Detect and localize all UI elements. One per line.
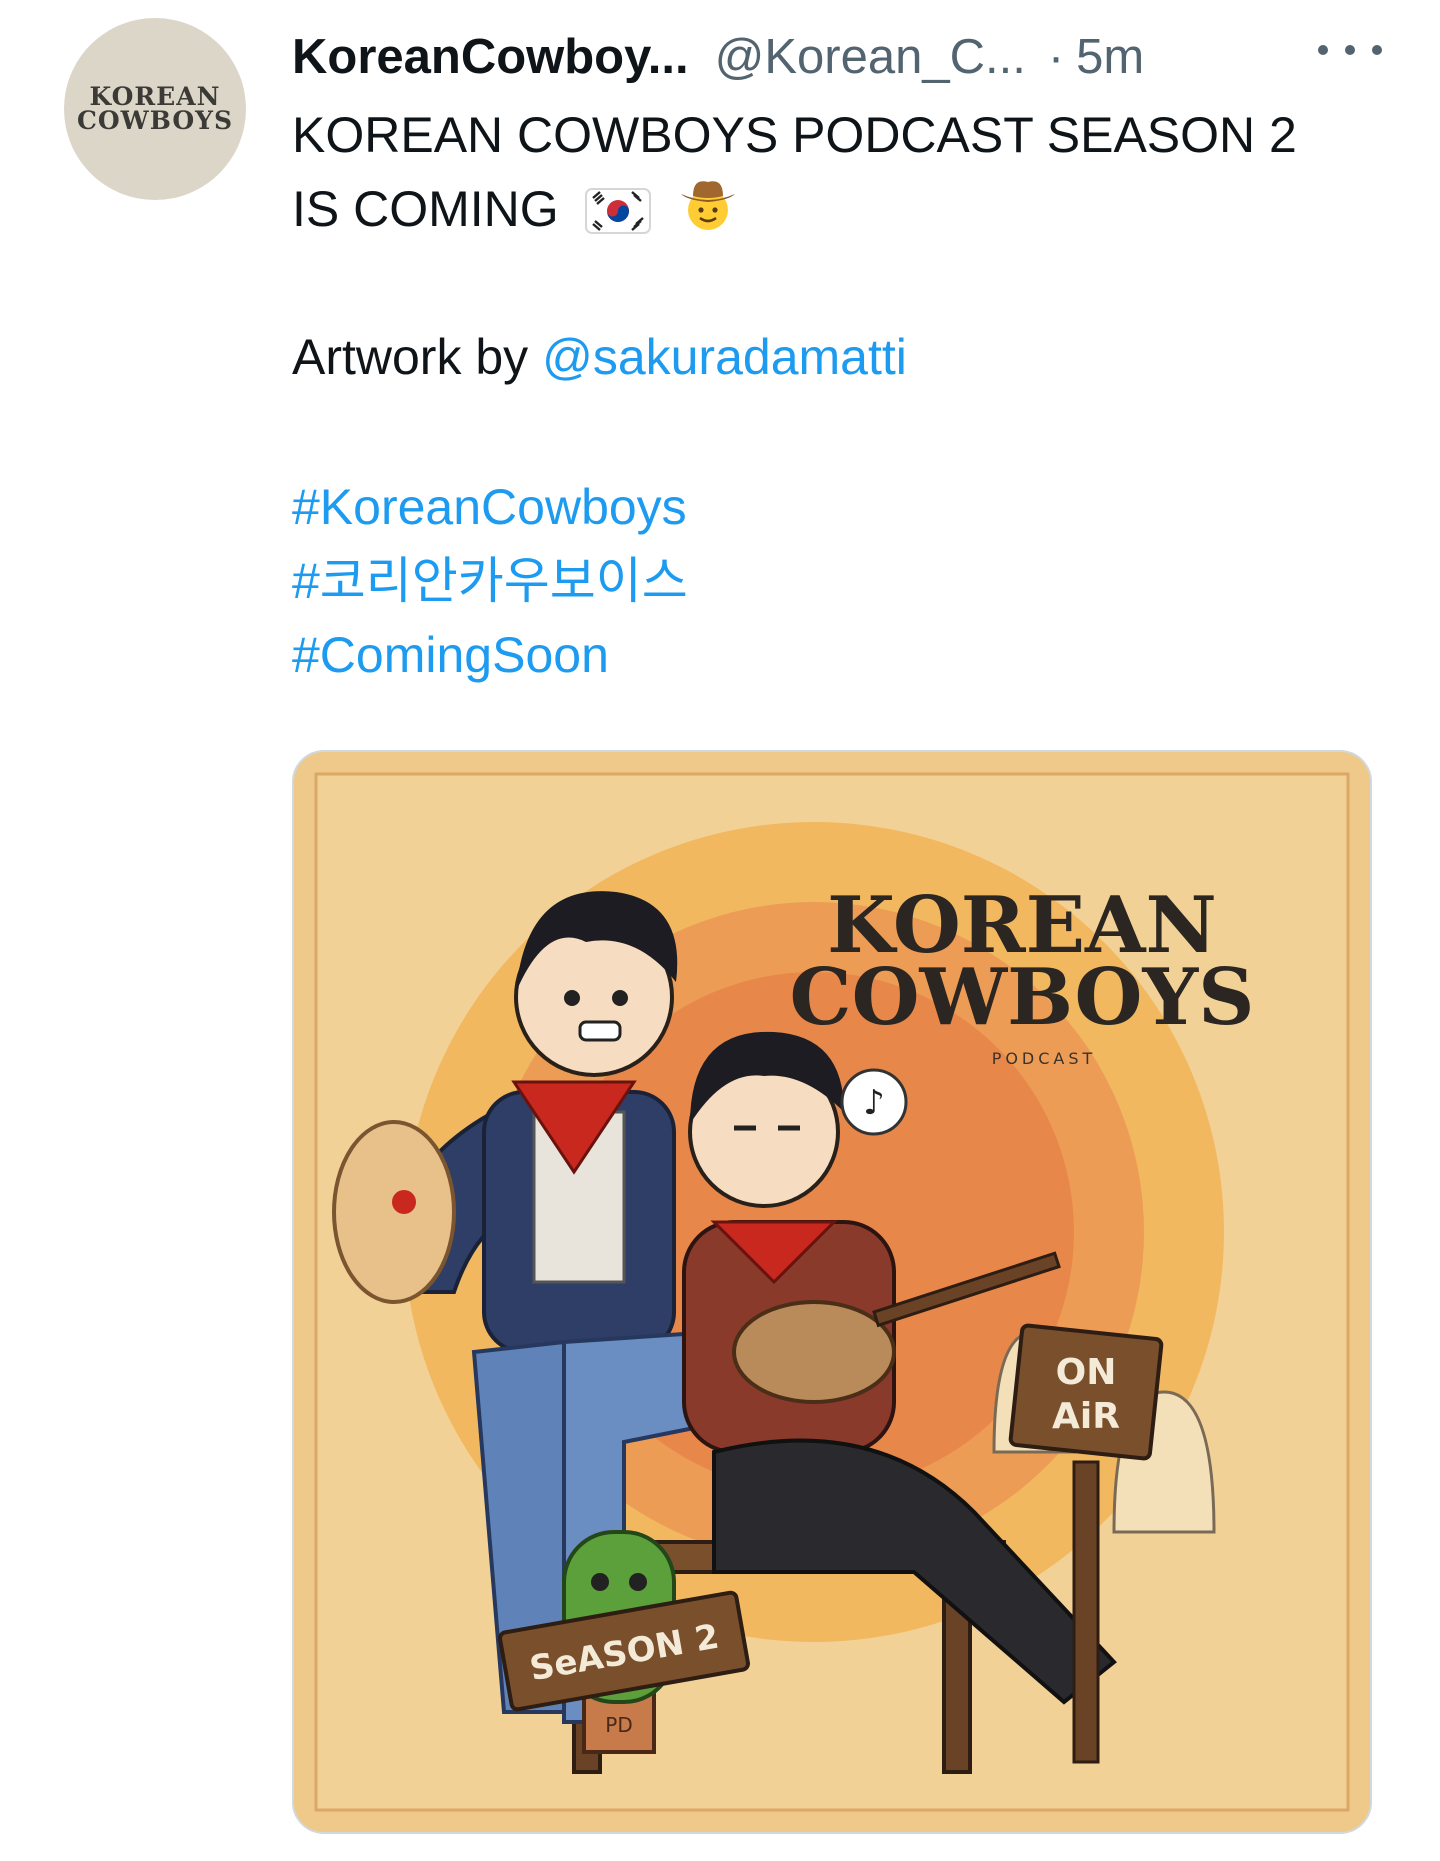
tweet-text-line2: IS COMING — [292, 181, 559, 237]
avatar-logo-line2: COWBOYS — [76, 106, 234, 135]
avatar[interactable]: KOREAN COWBOYS — [64, 18, 246, 200]
user-handle[interactable]: @Korean_C... — [715, 29, 1026, 85]
artwork-credit: Artwork by @sakuradamatti — [292, 320, 1392, 394]
hashtag-link[interactable]: #ComingSoon — [292, 618, 1392, 692]
artwork-credit-prefix: Artwork by — [292, 329, 543, 385]
cowboy-face-icon — [677, 172, 739, 254]
artwork-subtitle: PODCAST — [992, 1049, 1097, 1068]
tweet-text-line1: KOREAN COWBOYS PODCAST SEASON 2 — [292, 107, 1297, 163]
separator-dot: · — [1047, 30, 1065, 84]
tweet[interactable]: KOREAN COWBOYS KoreanCowboy... @Korean_C… — [0, 0, 1440, 1861]
artwork-title-line2: COWBOYS — [790, 952, 1255, 1043]
tweet-text-line2-wrap: IS COMING — [292, 172, 1392, 254]
display-name[interactable]: KoreanCowboy... — [292, 29, 689, 85]
svg-text:♪: ♪ — [863, 1083, 885, 1123]
more-horizontal-icon[interactable] — [1318, 30, 1382, 70]
mention-link[interactable]: @sakuradamatti — [542, 329, 907, 385]
pot-label: PD — [605, 1713, 632, 1737]
on-air-sign-line1: ON — [1056, 1352, 1117, 1393]
podcast-artwork: KOREAN COWBOYS PODCAST ♪ ON AiR PD SeASO… — [294, 752, 1370, 1832]
tweet-media-image[interactable]: KOREAN COWBOYS PODCAST ♪ ON AiR PD SeASO… — [292, 750, 1372, 1834]
south-korea-flag-icon — [584, 180, 651, 254]
hashtag-link[interactable]: #코리안카우보이스 — [292, 544, 1392, 618]
on-air-sign-line2: AiR — [1052, 1396, 1120, 1437]
timestamp[interactable]: 5m — [1076, 29, 1144, 85]
hashtag-link[interactable]: #KoreanCowboys — [292, 470, 1392, 544]
tweet-header: KoreanCowboy... @Korean_C... · 5m — [292, 22, 1382, 92]
